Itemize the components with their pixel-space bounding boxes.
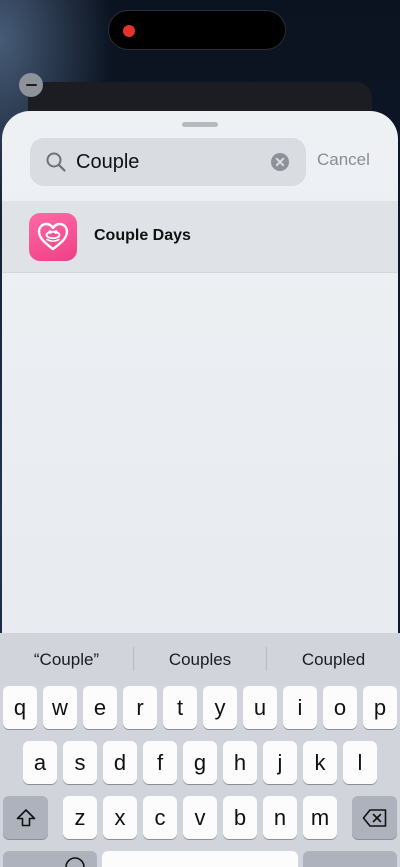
key-f[interactable]: f xyxy=(143,741,177,784)
key-i[interactable]: i xyxy=(283,686,317,729)
backspace-icon xyxy=(362,808,386,827)
prediction-item[interactable]: Couples xyxy=(134,650,266,670)
result-app-name: Couple Days xyxy=(94,227,191,244)
emoji-key[interactable] xyxy=(3,851,97,867)
key-z[interactable]: z xyxy=(63,796,97,839)
key-l[interactable]: l xyxy=(343,741,377,784)
key-w[interactable]: w xyxy=(43,686,77,729)
recording-indicator-icon xyxy=(123,25,135,37)
key-g[interactable]: g xyxy=(183,741,217,784)
heart-app-icon xyxy=(29,213,77,261)
shift-icon xyxy=(16,808,35,826)
remove-widget-button[interactable] xyxy=(19,73,43,97)
key-o[interactable]: o xyxy=(323,686,357,729)
return-key[interactable] xyxy=(303,851,397,867)
key-r[interactable]: r xyxy=(123,686,157,729)
keyboard: “Couple” Couples Coupled q w e r t y u i… xyxy=(0,633,400,867)
clear-search-icon[interactable] xyxy=(271,153,289,171)
key-j[interactable]: j xyxy=(263,741,297,784)
key-q[interactable]: q xyxy=(3,686,37,729)
key-e[interactable]: e xyxy=(83,686,117,729)
key-h[interactable]: h xyxy=(223,741,257,784)
space-key[interactable] xyxy=(102,851,298,867)
key-x[interactable]: x xyxy=(103,796,137,839)
key-s[interactable]: s xyxy=(63,741,97,784)
shift-key[interactable] xyxy=(3,796,48,839)
prediction-item[interactable]: “Couple” xyxy=(0,650,133,670)
key-c[interactable]: c xyxy=(143,796,177,839)
prediction-item[interactable]: Coupled xyxy=(267,650,400,670)
search-icon xyxy=(46,152,66,172)
emoji-icon xyxy=(65,857,85,867)
key-a[interactable]: a xyxy=(23,741,57,784)
key-t[interactable]: t xyxy=(163,686,197,729)
key-p[interactable]: p xyxy=(363,686,397,729)
search-result-row[interactable]: Couple Days xyxy=(2,201,398,273)
cancel-button[interactable]: Cancel xyxy=(317,150,370,170)
prediction-bar: “Couple” Couples Coupled xyxy=(0,633,400,685)
dynamic-island xyxy=(108,10,286,50)
key-d[interactable]: d xyxy=(103,741,137,784)
key-v[interactable]: v xyxy=(183,796,217,839)
minus-icon xyxy=(25,83,37,87)
search-bar[interactable] xyxy=(30,138,306,186)
key-u[interactable]: u xyxy=(243,686,277,729)
key-b[interactable]: b xyxy=(223,796,257,839)
key-m[interactable]: m xyxy=(303,796,337,839)
key-k[interactable]: k xyxy=(303,741,337,784)
search-input[interactable] xyxy=(76,146,266,178)
key-y[interactable]: y xyxy=(203,686,237,729)
sheet-grabber[interactable] xyxy=(182,122,218,127)
delete-key[interactable] xyxy=(352,796,397,839)
key-n[interactable]: n xyxy=(263,796,297,839)
